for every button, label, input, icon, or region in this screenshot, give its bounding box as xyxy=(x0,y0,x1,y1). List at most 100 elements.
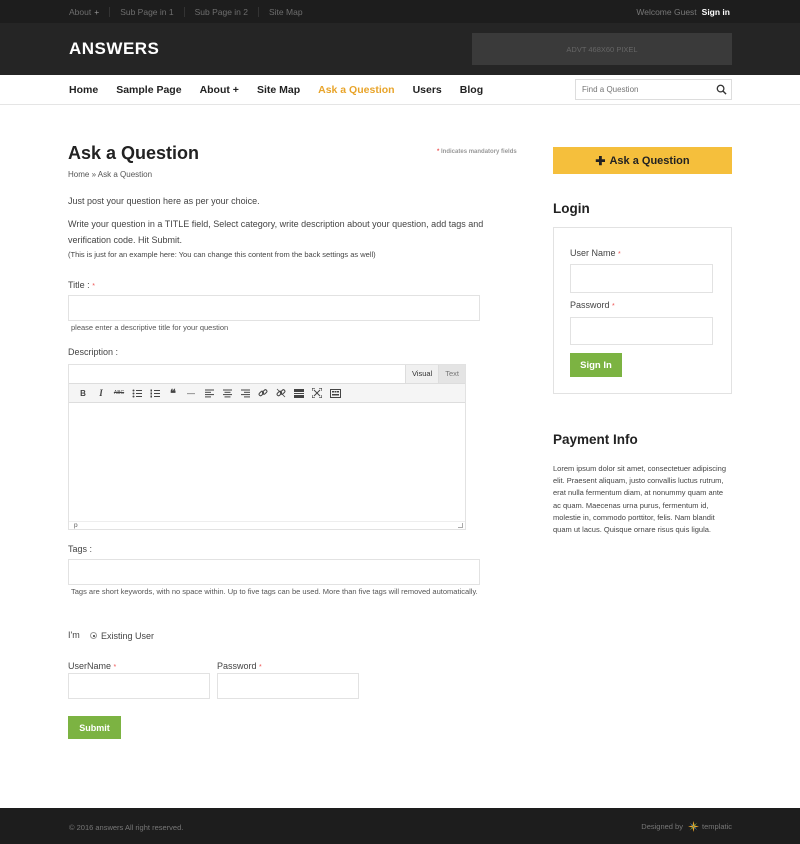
title-label: Title : * xyxy=(68,280,95,290)
title-label-text: Title : xyxy=(68,280,90,290)
horizontal-rule-button[interactable]: — xyxy=(182,386,200,400)
welcome-text: Welcome Guest xyxy=(636,6,697,17)
required-star: * xyxy=(612,303,615,310)
site-header: ANSWERS ADVT 468X60 PIXEL xyxy=(0,23,800,75)
plus-icon: ✚ xyxy=(595,153,606,168)
align-left-icon xyxy=(204,389,214,397)
existing-user-label[interactable]: Existing User xyxy=(101,631,154,641)
username-input[interactable] xyxy=(68,673,210,699)
site-logo[interactable]: ANSWERS xyxy=(69,39,159,59)
description-label: Description : xyxy=(68,347,119,357)
bullet-list-button[interactable] xyxy=(128,386,146,400)
required-star: * xyxy=(113,664,117,671)
align-right-icon xyxy=(240,389,250,397)
tags-input[interactable] xyxy=(68,559,480,585)
ask-question-button[interactable]: ✚ Ask a Question xyxy=(553,147,732,174)
nav-item-users[interactable]: Users xyxy=(413,84,442,96)
insert-link-button[interactable] xyxy=(254,386,272,400)
login-title: Login xyxy=(553,201,590,216)
password-label-text: Password xyxy=(217,661,257,671)
top-nav-sub-page-1[interactable]: Sub Page in 1 xyxy=(109,6,183,17)
intro-text-3: (This is just for an example here: You c… xyxy=(68,250,376,259)
align-right-button[interactable] xyxy=(236,386,254,400)
unlink-icon xyxy=(276,388,286,398)
remove-link-button[interactable] xyxy=(272,386,290,400)
top-nav-about[interactable]: About + xyxy=(69,7,109,17)
numbered-list-button[interactable] xyxy=(146,386,164,400)
nav-item-site-map[interactable]: Site Map xyxy=(257,84,300,96)
bullet-list-icon xyxy=(132,389,142,397)
designer-credit[interactable]: Designed by templatic xyxy=(641,821,732,832)
fullscreen-button[interactable] xyxy=(308,386,326,400)
editor-tabs: Visual Text xyxy=(404,365,465,383)
tags-hint: Tags are short keywords, with no space w… xyxy=(71,587,478,596)
intro-text-1: Just post your question here as per your… xyxy=(68,196,260,206)
search-input[interactable] xyxy=(576,80,711,99)
strikethrough-button[interactable]: ABC xyxy=(110,386,128,400)
submit-button[interactable]: Submit xyxy=(68,716,121,739)
resize-handle-icon[interactable] xyxy=(458,523,463,528)
nav-item-sample-page[interactable]: Sample Page xyxy=(116,84,181,96)
password-label: Password * xyxy=(217,661,262,671)
advertisement-banner[interactable]: ADVT 468X60 PIXEL xyxy=(472,33,732,65)
mandatory-text: Indicates mandatory fields xyxy=(441,149,517,155)
mandatory-star: * xyxy=(437,149,440,155)
sidebar-username-input[interactable] xyxy=(570,264,713,293)
sidebar-username-label-text: User Name xyxy=(570,248,616,258)
italic-button[interactable]: I xyxy=(92,386,110,400)
im-label: I'm xyxy=(68,630,80,640)
kitchen-sink-icon xyxy=(329,388,341,398)
main-nav-links: Home Sample Page About + Site Map Ask a … xyxy=(69,75,501,104)
top-user-area: Welcome Guest Sign in xyxy=(636,0,730,23)
templatic-logo-icon xyxy=(687,821,699,832)
copyright-text: © 2016 answers All right reserved. xyxy=(69,823,184,832)
templatic-brand: templatic xyxy=(701,822,732,831)
nav-item-blog[interactable]: Blog xyxy=(460,84,483,96)
read-more-button[interactable] xyxy=(290,386,308,400)
nav-item-ask-a-question[interactable]: Ask a Question xyxy=(318,84,394,96)
search-icon[interactable] xyxy=(716,84,727,95)
top-nav-site-map[interactable]: Site Map xyxy=(258,6,313,17)
top-nav: About + Sub Page in 1 Sub Page in 2 Site … xyxy=(69,0,313,23)
align-center-button[interactable] xyxy=(218,386,236,400)
top-signin-link[interactable]: Sign in xyxy=(702,7,730,17)
mandatory-note: * Indicates mandatory fields xyxy=(437,149,517,155)
title-input[interactable] xyxy=(68,295,480,321)
editor-toolbar: B I ABC ❝ — xyxy=(69,383,465,403)
site-footer: © 2016 answers All right reserved. Desig… xyxy=(0,808,800,844)
sidebar-username-label: User Name * xyxy=(570,248,621,258)
required-star: * xyxy=(618,251,621,258)
sidebar-password-label: Password * xyxy=(570,300,615,310)
required-star: * xyxy=(259,664,262,671)
fullscreen-icon xyxy=(312,388,322,398)
payment-info-text: Lorem ipsum dolor sit amet, consectetuer… xyxy=(553,464,726,535)
tags-label: Tags : xyxy=(68,544,93,554)
align-center-icon xyxy=(222,389,232,397)
top-bar: About + Sub Page in 1 Sub Page in 2 Site … xyxy=(0,0,800,23)
editor-body[interactable] xyxy=(69,403,465,521)
plus-icon: + xyxy=(94,6,100,17)
editor-status-path: p xyxy=(69,521,465,529)
tab-text[interactable]: Text xyxy=(438,365,465,383)
nav-item-about[interactable]: About + xyxy=(200,84,239,96)
ask-question-label: Ask a Question xyxy=(609,154,690,167)
nav-item-home[interactable]: Home xyxy=(69,84,98,96)
sidebar-password-label-text: Password xyxy=(570,300,610,310)
designed-by-label: Designed by xyxy=(641,822,683,831)
tab-visual[interactable]: Visual xyxy=(404,365,439,383)
top-nav-about-label: About xyxy=(69,6,92,17)
sidebar-password-input[interactable] xyxy=(570,317,713,345)
existing-user-radio[interactable] xyxy=(90,632,97,639)
top-nav-sub-page-2[interactable]: Sub Page in 2 xyxy=(183,6,258,17)
read-more-icon xyxy=(294,388,304,398)
toolbar-toggle-button[interactable] xyxy=(326,386,344,400)
align-left-button[interactable] xyxy=(200,386,218,400)
intro-text-2: Write your question in a TITLE field, Se… xyxy=(68,219,484,245)
bold-button[interactable]: B xyxy=(74,386,92,400)
password-input[interactable] xyxy=(217,673,359,699)
question-search xyxy=(575,79,732,100)
sign-in-button[interactable]: Sign In xyxy=(570,353,622,377)
breadcrumb[interactable]: Home » Ask a Question xyxy=(68,170,152,179)
blockquote-button[interactable]: ❝ xyxy=(164,386,182,400)
username-label-text: UserName xyxy=(68,661,112,671)
